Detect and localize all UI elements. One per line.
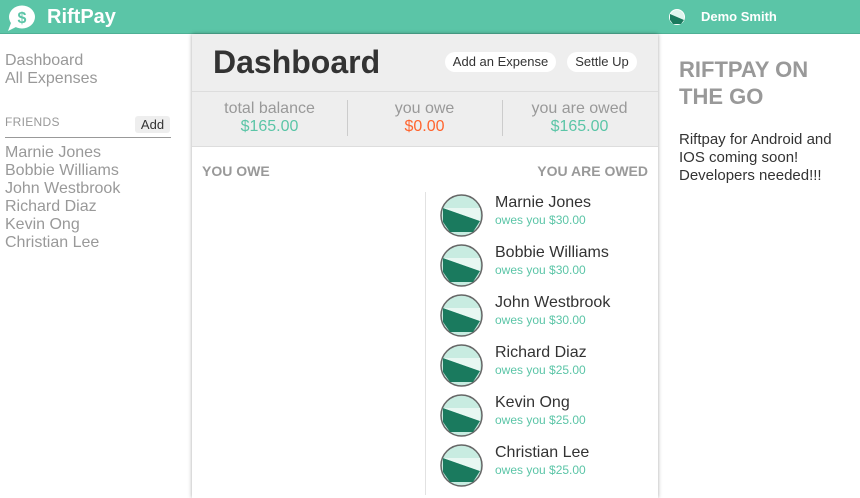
avatar-icon [440,294,483,337]
balance-summary: total balance $165.00 you owe $0.00 you … [192,92,658,147]
owed-name: Kevin Ong [495,394,570,411]
list-item[interactable]: Richard Diaz owes you $25.00 [440,344,650,394]
owed-name: Marnie Jones [495,194,592,211]
friends-header: FRIENDS Add [5,114,171,138]
owed-amount: owes you $25.00 [495,413,586,427]
friend-item[interactable]: John Westbrook [5,180,120,198]
owed-name: Christian Lee [495,444,590,461]
owed-name: John Westbrook [495,294,611,311]
friend-item[interactable]: Kevin Ong [5,216,120,234]
list-item[interactable]: Marnie Jones owes you $30.00 [440,194,650,244]
settle-up-button[interactable]: Settle Up [567,52,637,72]
user-menu[interactable]: Demo Smith [701,9,777,24]
user-avatar-icon[interactable] [669,9,685,25]
avatar-icon [440,394,483,437]
owed-amount: owes you $30.00 [495,213,586,227]
list-item[interactable]: Kevin Ong owes you $25.00 [440,394,650,444]
owed-name: Richard Diaz [495,344,587,361]
add-friend-button[interactable]: Add [135,116,170,133]
dashboard-header: Dashboard Add an Expense Settle Up [192,34,658,92]
friend-item[interactable]: Marnie Jones [5,144,120,162]
owed-amount: owes you $25.00 [495,363,586,377]
owed-amount: owes you $30.00 [495,263,586,277]
promo-text: Riftpay for Android and IOS coming soon!… [679,131,832,184]
nav-all-expenses[interactable]: All Expenses [5,70,175,88]
dashboard-panel: Dashboard Add an Expense Settle Up total… [192,34,658,498]
promo-panel: RIFTPAY ON THE GO Riftpay for Android an… [679,56,849,185]
owed-amount: owes you $25.00 [495,463,586,477]
promo-title: RIFTPAY ON THE GO [679,57,809,109]
avatar-icon [440,244,483,287]
column-divider [425,192,426,495]
total-balance: total balance $165.00 [192,100,347,136]
friends-label: FRIENDS [5,115,60,129]
you-are-owed-balance: you are owed $165.00 [502,100,657,136]
friend-item[interactable]: Christian Lee [5,234,120,252]
app-title[interactable]: RiftPay [47,6,116,29]
you-owe-value: $0.00 [404,118,445,135]
avatar-icon [440,344,483,387]
add-expense-button[interactable]: Add an Expense [445,52,556,72]
page-title: Dashboard [213,44,381,80]
dollar-speech-bubble-icon[interactable]: $ [5,4,39,32]
owed-name: Bobbie Williams [495,244,609,261]
avatar-icon [440,194,483,237]
friend-item[interactable]: Bobbie Williams [5,162,120,180]
you-are-owed-label: you are owed [531,100,628,117]
you-are-owed-heading: YOU ARE OWED [537,163,648,179]
friend-item[interactable]: Richard Diaz [5,198,120,216]
nav-dashboard[interactable]: Dashboard [5,52,175,70]
you-owe-heading: YOU OWE [202,163,270,179]
total-balance-label: total balance [224,100,315,117]
you-owe-balance: you owe $0.00 [347,100,502,136]
list-item[interactable]: John Westbrook owes you $30.00 [440,294,650,344]
avatar-icon [440,444,483,487]
list-item[interactable]: Bobbie Williams owes you $30.00 [440,244,650,294]
left-sidebar: Dashboard All Expenses FRIENDS Add Marni… [5,52,175,251]
total-balance-value: $165.00 [240,118,299,135]
svg-text:$: $ [18,10,27,27]
top-bar: $ RiftPay Demo Smith [0,0,860,34]
you-owe-label: you owe [394,100,455,117]
list-item[interactable]: Christian Lee owes you $25.00 [440,444,650,494]
owed-amount: owes you $30.00 [495,313,586,327]
owed-list: Marnie Jones owes you $30.00 Bobbie Will… [440,194,650,494]
you-are-owed-value: $165.00 [550,118,609,135]
friends-list: Marnie Jones Bobbie Williams John Westbr… [5,144,120,252]
